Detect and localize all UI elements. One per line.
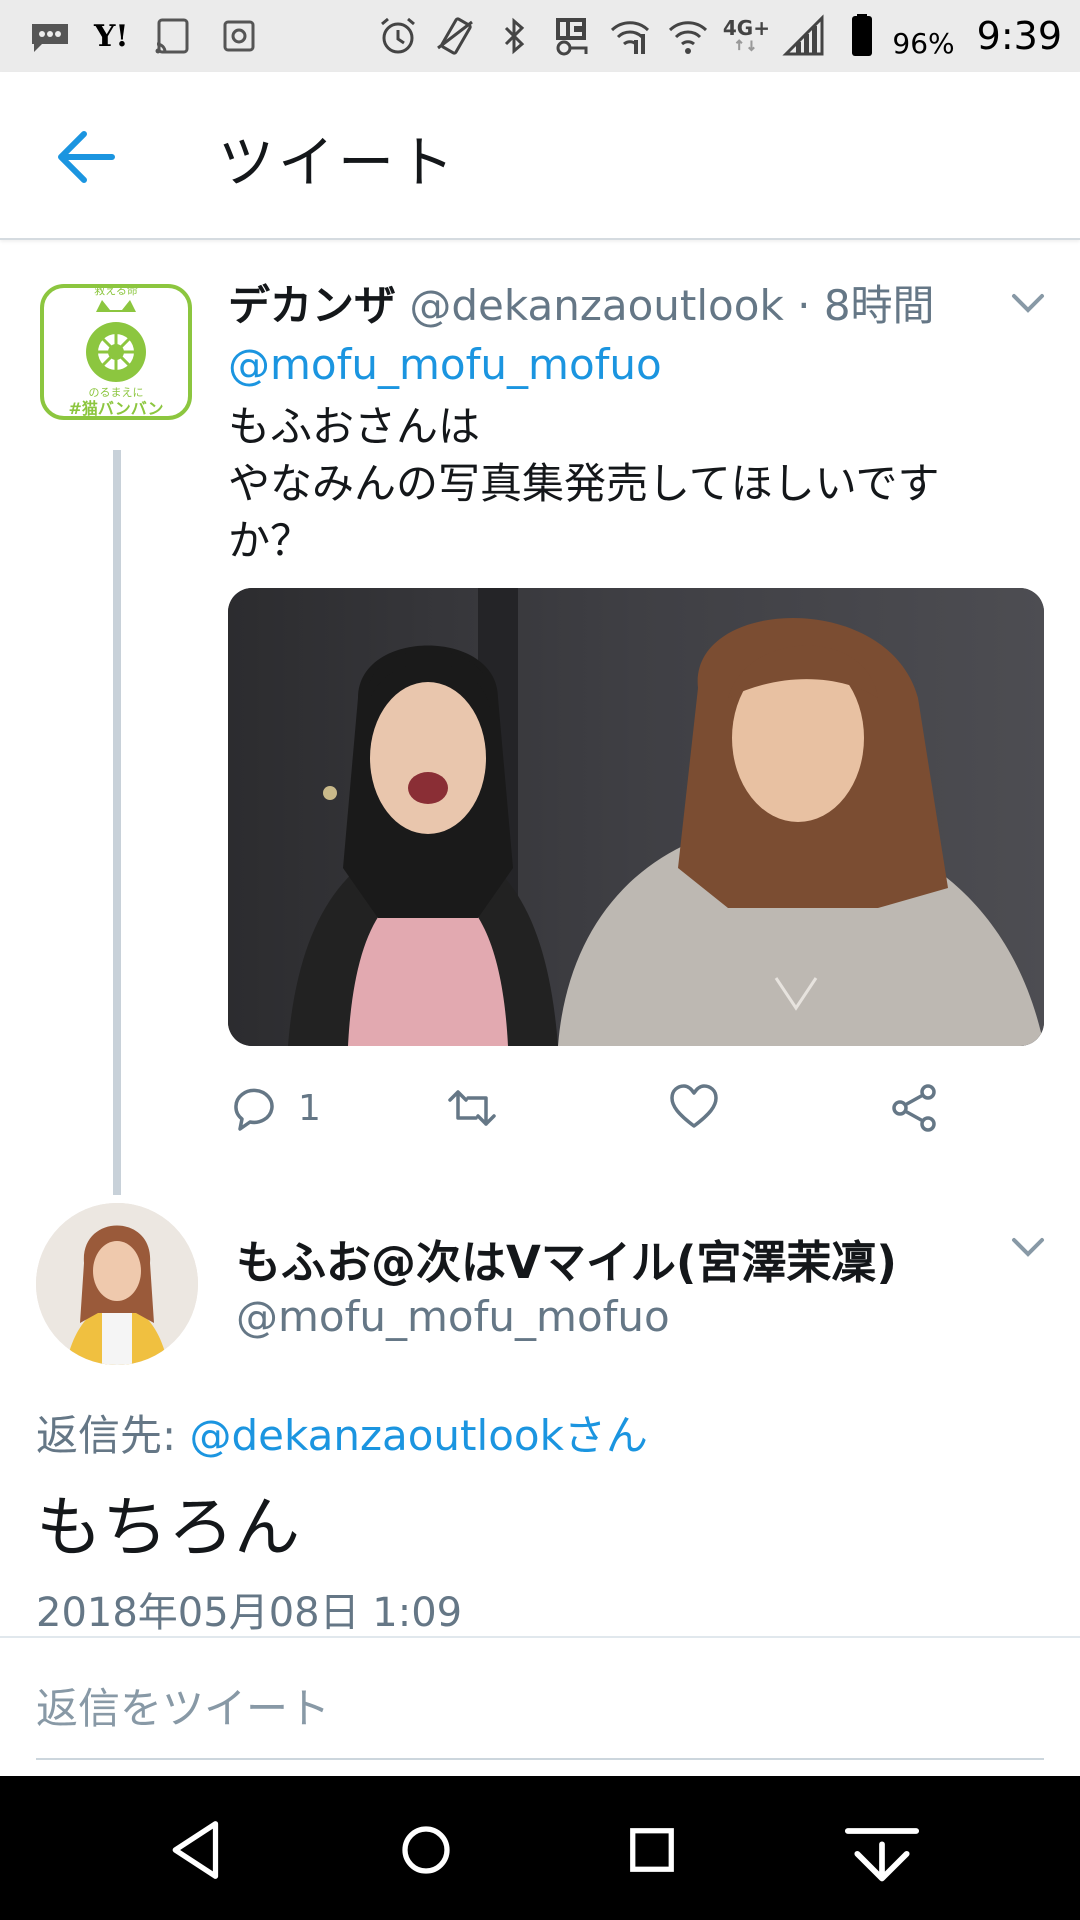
reply-count: 1 xyxy=(298,1087,321,1129)
vibrate-icon xyxy=(434,14,478,58)
tweet1-header: デカンザ @dekanzaoutlook · 8時間 xyxy=(228,272,935,333)
app-header: ツイート xyxy=(0,72,1080,240)
status-bar: Y! 4G+ 96% 9:39 xyxy=(0,0,1080,72)
bluetooth-icon xyxy=(492,14,536,58)
wifi-icon xyxy=(666,14,710,58)
heart-icon xyxy=(670,1084,718,1128)
messages-icon xyxy=(28,14,72,58)
alarm-icon xyxy=(376,14,420,58)
arrow-left-icon xyxy=(58,131,115,183)
tweet1-media-image[interactable] xyxy=(228,588,1044,1046)
tweet1-mention-link[interactable]: @mofu_mofu_mofuo xyxy=(228,340,662,389)
battery-icon xyxy=(840,14,884,58)
share-icon xyxy=(892,1084,936,1132)
reply-to-label: 返信先: xyxy=(36,1411,190,1460)
avatar-dekanza[interactable]: 救える命 のるまえに #猫バンバン xyxy=(40,272,192,432)
tweet1-text: もふおさんは やなみんの写真集発売してほしいです か？ xyxy=(228,398,1028,569)
avatar-mofuo[interactable] xyxy=(36,1203,198,1365)
reply-bubble-icon xyxy=(234,1088,274,1131)
like-button[interactable] xyxy=(668,1080,720,1136)
status-bar-system: 4G+ 96% 9:39 xyxy=(376,6,1062,66)
cat-logo-icon: 救える命 のるまえに #猫バンバン xyxy=(40,283,192,420)
tweet2-text: もちろん xyxy=(36,1489,300,1566)
network-4g-icon: 4G+ xyxy=(722,14,770,58)
avatar-caption-top: 救える命 xyxy=(94,283,138,297)
system-nav-bar xyxy=(0,1776,1080,1920)
clock: 9:39 xyxy=(976,14,1062,58)
chevron-down-icon[interactable] xyxy=(1008,1232,1048,1262)
nav-recents-button[interactable] xyxy=(612,1810,692,1890)
tweet1-display-name[interactable]: デカンザ xyxy=(228,281,396,330)
tweet1-line: もふおさんは xyxy=(228,402,481,451)
nav-home-button[interactable] xyxy=(386,1810,466,1890)
divider xyxy=(0,1636,1080,1638)
reply-to-link[interactable]: @dekanzaoutlookさん xyxy=(190,1411,648,1460)
avatar-caption-tag: #猫バンバン xyxy=(68,399,163,418)
wifi-signal-icon xyxy=(608,14,652,58)
cell-signal-icon xyxy=(782,14,826,58)
page-title: ツイート xyxy=(218,131,458,196)
back-button[interactable] xyxy=(52,124,118,190)
nfc-icon xyxy=(550,14,594,58)
tweet2-handle[interactable]: @mofu_mofu_mofuo xyxy=(236,1292,670,1341)
yahoo-icon: Y! xyxy=(94,18,129,54)
retweet-icon xyxy=(448,1090,496,1126)
battery-percentage: 96% xyxy=(892,26,955,60)
tweet1-line: やなみんの写真集発売してほしいです xyxy=(228,459,940,508)
avatar-caption-mid: のるまえに xyxy=(89,386,144,399)
share-button[interactable] xyxy=(888,1080,940,1136)
tweet1-action-bar: 1 xyxy=(228,1080,1044,1140)
profile-photo xyxy=(36,1203,198,1365)
circle-home-icon xyxy=(402,1826,450,1874)
settings-box-icon xyxy=(217,14,261,58)
tweet2-display-name[interactable]: もふお@次はVマイル(宮澤茉凜) xyxy=(236,1226,897,1291)
network-type: 4G+ xyxy=(722,16,770,40)
thread-connector-line xyxy=(113,450,121,1195)
nav-back-button[interactable] xyxy=(158,1810,238,1890)
reply-input[interactable] xyxy=(36,1670,1044,1760)
nav-notification-button[interactable] xyxy=(842,1810,922,1890)
reply-button[interactable]: 1 xyxy=(228,1080,321,1136)
cast-icon xyxy=(151,14,195,58)
chevron-down-icon[interactable] xyxy=(1008,288,1048,318)
square-recents-icon xyxy=(630,1828,674,1872)
tweet1-handle-time: @dekanzaoutlook · 8時間 xyxy=(409,281,935,330)
pull-down-icon xyxy=(844,1828,920,1882)
reply-to-line: 返信先: @dekanzaoutlookさん xyxy=(36,1402,648,1463)
status-bar-notifications: Y! xyxy=(28,10,261,62)
tweet1-line: か？ xyxy=(228,516,313,565)
photo-two-people xyxy=(228,588,1044,1046)
triangle-back-icon xyxy=(172,1821,219,1879)
retweet-button[interactable] xyxy=(446,1080,498,1136)
tweet2-timestamp: 2018年05月08日 1:09 xyxy=(36,1590,463,1636)
